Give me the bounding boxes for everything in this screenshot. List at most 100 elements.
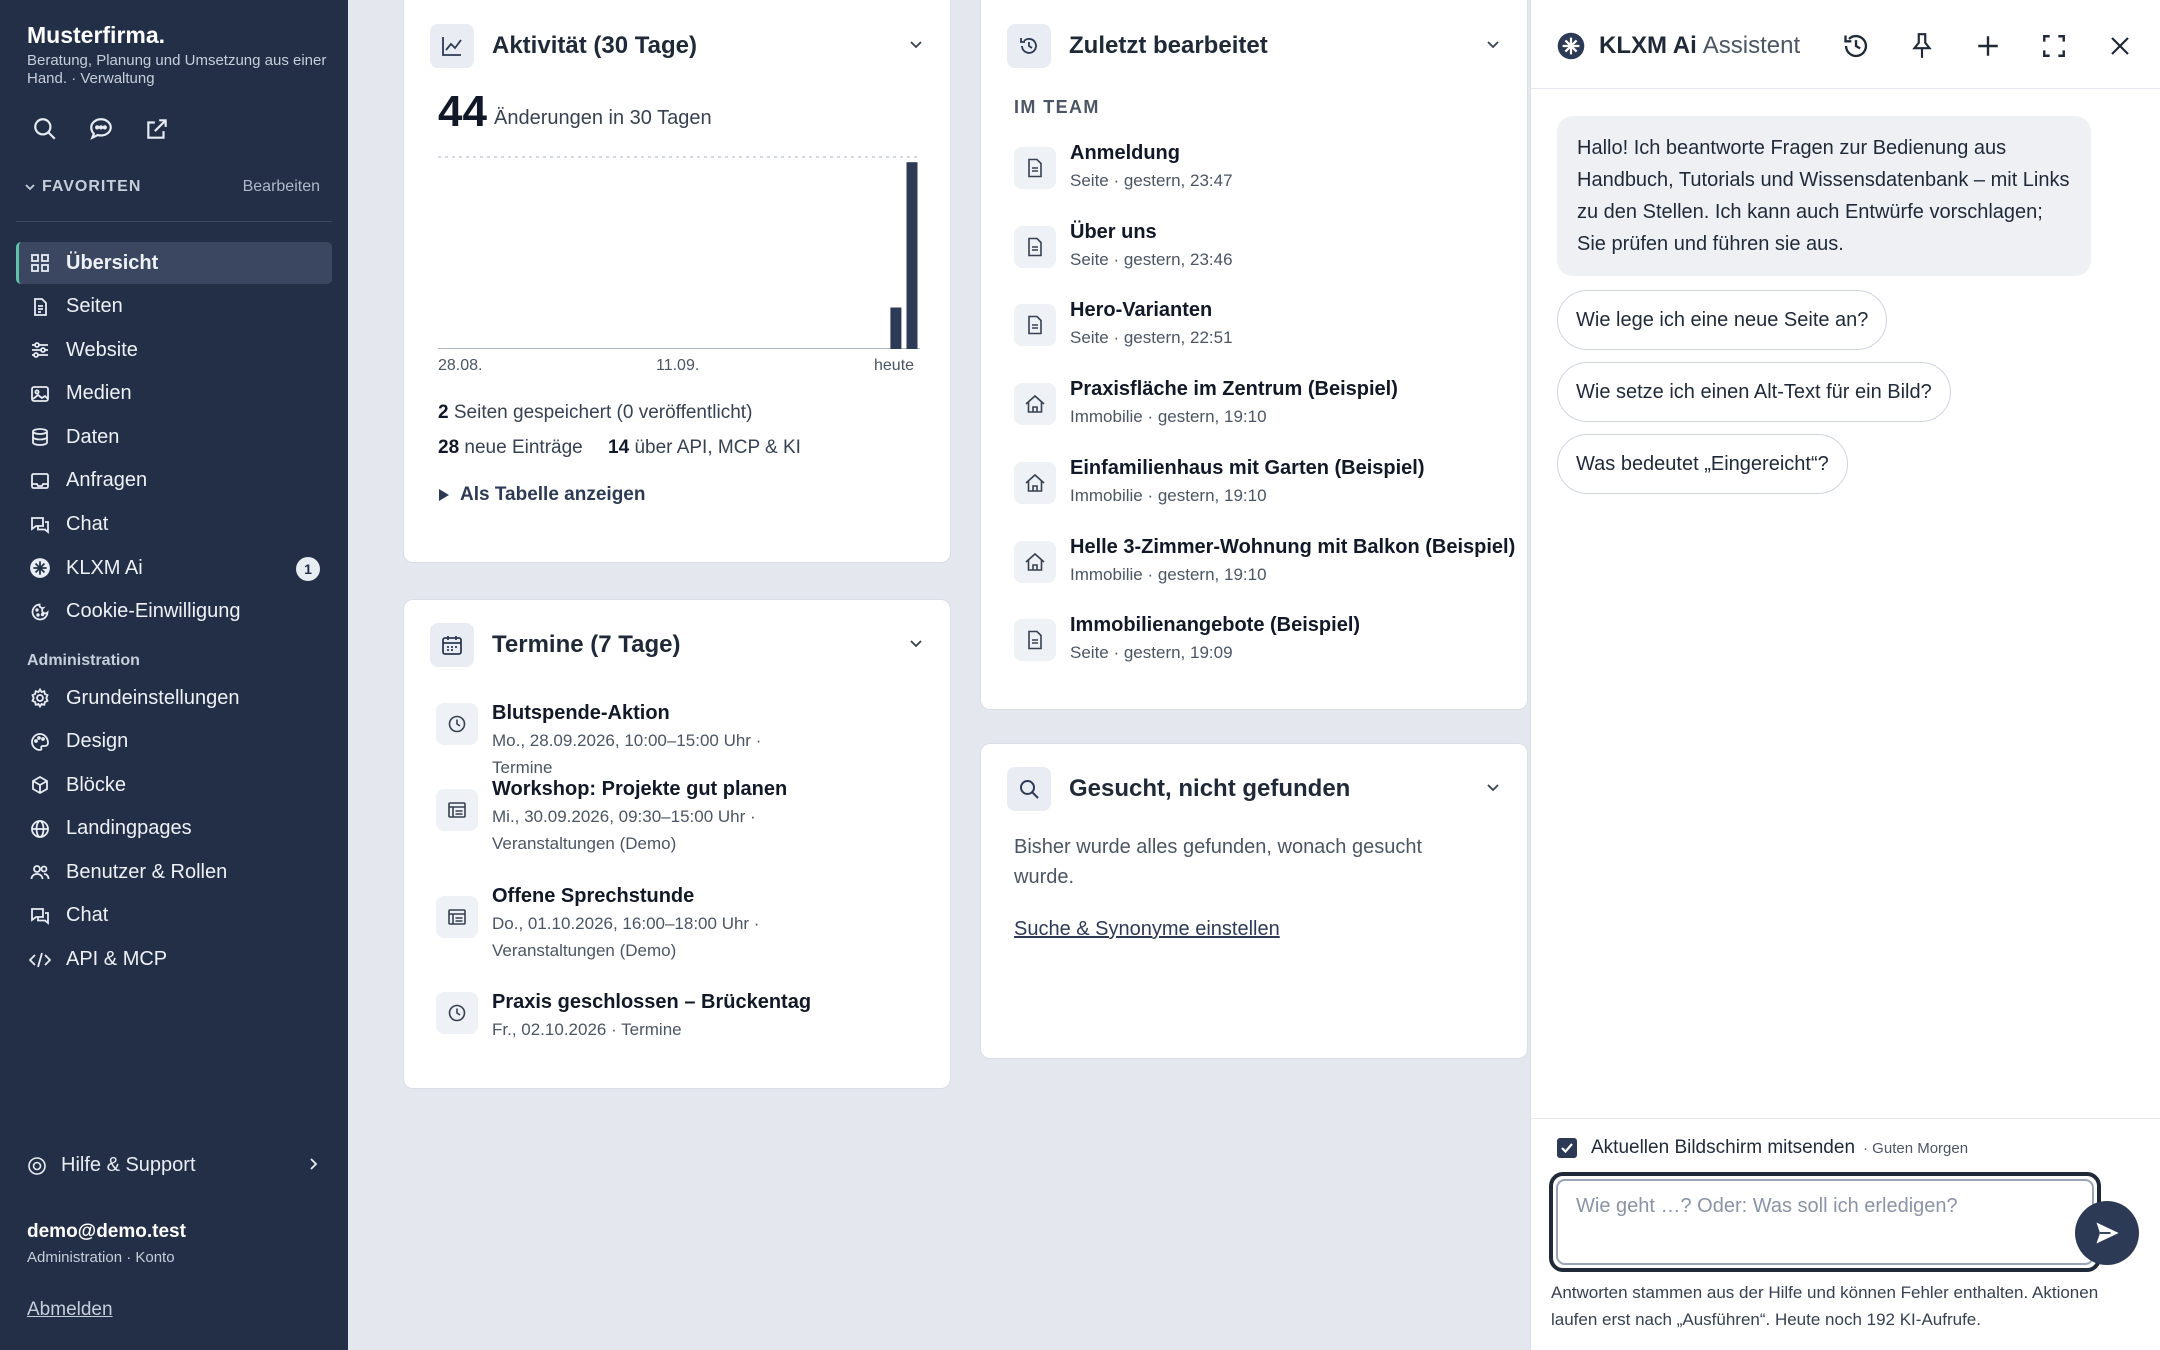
sidebar-item-daten[interactable]: Daten xyxy=(16,416,332,458)
user-email[interactable]: demo@demo.test xyxy=(27,1221,186,1243)
sidebar-item-label: Chat xyxy=(66,904,109,927)
activity-count-label: Änderungen in 30 Tagen xyxy=(494,107,712,129)
suggestion-chip[interactable]: Was bedeutet „Eingereicht“? xyxy=(1557,434,1848,494)
chat-bubble-icon[interactable] xyxy=(86,114,116,144)
sidebar-item-seiten[interactable]: Seiten xyxy=(16,286,332,328)
send-screen-label[interactable]: Aktuellen Bildschirm mitsenden xyxy=(1591,1137,1855,1159)
palette-icon xyxy=(28,730,52,754)
api-text: über API, MCP & KI xyxy=(634,437,801,458)
not-found-title: Gesucht, nicht gefunden xyxy=(1069,775,1351,802)
appointment-item[interactable]: Blutspende-Aktion Mo., 28.09.2026, 10:00… xyxy=(436,699,924,781)
recent-title: Zuletzt bearbeitet xyxy=(1069,32,1268,59)
recent-item[interactable]: Helle 3-Zimmer-Wohnung mit Balkon (Beisp… xyxy=(1014,533,1517,588)
activity-card: Aktivität (30 Tage) 44 Änderungen in 30 … xyxy=(403,0,951,563)
sidebar-item-label: Seiten xyxy=(66,295,123,318)
recent-card-header[interactable]: Zuletzt bearbeitet xyxy=(1007,23,1501,69)
sidebar-item-label: Daten xyxy=(66,425,120,448)
chevron-down-icon[interactable] xyxy=(1485,779,1501,800)
sidebar-item-label: Übersicht xyxy=(66,251,159,274)
chevron-down-icon[interactable] xyxy=(908,635,924,656)
api-count: 14 xyxy=(608,437,630,458)
page-icon xyxy=(1014,147,1056,189)
divider xyxy=(16,221,332,222)
sidebar-item-klxm-ai[interactable]: KLXM Ai 1 xyxy=(16,547,332,589)
sidebar-item-cookie[interactable]: Cookie-Einwilligung xyxy=(16,591,332,633)
pages-icon xyxy=(28,295,52,319)
admin-section-label: Administration xyxy=(27,652,140,669)
send-button[interactable] xyxy=(2075,1201,2139,1265)
recent-item[interactable]: Hero-Varianten Seite · gestern, 22:51 xyxy=(1014,296,1517,351)
recent-item-title: Immobilienangebote (Beispiel) xyxy=(1070,614,1361,636)
sidebar-item-label: Landingpages xyxy=(66,817,192,840)
sidebar-item-benutzer[interactable]: Benutzer & Rollen xyxy=(16,851,332,893)
pin-icon[interactable] xyxy=(1905,29,1939,63)
sidebar-item-grundeinstellungen[interactable]: Grundeinstellungen xyxy=(16,677,332,719)
appointment-details: Do., 01.10.2026, 16:00–18:00 Uhr · Veran… xyxy=(492,914,760,960)
plus-icon[interactable] xyxy=(1971,29,2005,63)
recent-item[interactable]: Über uns Seite · gestern, 23:46 xyxy=(1014,218,1517,273)
divider xyxy=(1531,88,2160,89)
help-support-button[interactable]: Hilfe & Support xyxy=(27,1154,319,1177)
search-icon[interactable] xyxy=(30,114,60,144)
house-icon xyxy=(1014,541,1056,583)
external-link-icon[interactable] xyxy=(142,114,172,144)
chevron-down-icon[interactable] xyxy=(908,36,924,57)
help-icon xyxy=(27,1156,47,1176)
show-as-table-label: Als Tabelle anzeigen xyxy=(460,484,646,505)
recent-item[interactable]: Einfamilienhaus mit Garten (Beispiel) Imm… xyxy=(1014,454,1517,509)
sidebar-item-design[interactable]: Design xyxy=(16,721,332,763)
sidebar-item-website[interactable]: Website xyxy=(16,329,332,371)
database-icon xyxy=(28,425,52,449)
chevron-down-icon[interactable] xyxy=(1485,36,1501,57)
recent-item-title: Praxisfläche im Zentrum (Beispiel) xyxy=(1070,378,1398,400)
fullscreen-icon[interactable] xyxy=(2037,29,2071,63)
not-found-card-header[interactable]: Gesucht, nicht gefunden xyxy=(1007,766,1501,812)
grid-icon xyxy=(28,251,52,275)
close-icon[interactable] xyxy=(2103,29,2137,63)
send-screen-checkbox[interactable] xyxy=(1557,1138,1577,1158)
sidebar-item-label: Design xyxy=(66,730,129,753)
sidebar-item-landingpages[interactable]: Landingpages xyxy=(16,808,332,850)
recent-item[interactable]: Immobilienangebote (Beispiel) Seite · ges… xyxy=(1014,611,1517,666)
search-synonyms-link[interactable]: Suche & Synonyme einstellen xyxy=(1014,918,1280,941)
chat-input[interactable] xyxy=(1556,1179,2094,1265)
favorites-edit-button[interactable]: Bearbeiten xyxy=(243,178,320,196)
appointment-item[interactable]: Workshop: Projekte gut planen Mi., 30.09… xyxy=(436,775,924,857)
send-screen-context-row: Aktuellen Bildschirm mitsenden · Guten M… xyxy=(1557,1137,1968,1159)
sidebar-item-anfragen[interactable]: Anfragen xyxy=(16,460,332,502)
recent-item-title: Hero-Varianten xyxy=(1070,299,1213,321)
activity-card-header[interactable]: Aktivität (30 Tage) xyxy=(430,23,924,69)
appointment-item[interactable]: Offene Sprechstunde Do., 01.10.2026, 16:… xyxy=(436,882,924,964)
recent-item-meta: Seite · gestern, 22:51 xyxy=(1070,328,1233,347)
sidebar-item-chat[interactable]: Chat xyxy=(16,504,332,546)
appointment-item[interactable]: Praxis geschlossen – Brückentag Fr., 02.… xyxy=(436,988,924,1043)
history-icon[interactable] xyxy=(1839,29,1873,63)
sidebar-item-medien[interactable]: Medien xyxy=(16,373,332,415)
sidebar-item-chat-admin[interactable]: Chat xyxy=(16,895,332,937)
saved-count: 2 xyxy=(438,402,449,423)
recent-item[interactable]: Anmeldung Seite · gestern, 23:47 xyxy=(1014,139,1517,194)
not-found-card: Gesucht, nicht gefunden Bisher wurde all… xyxy=(980,743,1528,1059)
page-icon xyxy=(1014,226,1056,268)
recent-item-meta: Seite · gestern, 23:47 xyxy=(1070,171,1233,190)
sidebar-item-uebersicht[interactable]: Übersicht xyxy=(16,242,332,284)
logout-link[interactable]: Abmelden xyxy=(27,1299,113,1321)
chart-bar xyxy=(906,162,918,349)
brand-tagline: Beratung, Planung und Umsetzung aus eine… xyxy=(27,52,327,87)
brand-name[interactable]: Musterfirma. xyxy=(27,22,165,49)
favorites-toggle[interactable]: FAVORITEN xyxy=(24,178,141,196)
user-role: Administration · Konto xyxy=(27,1249,175,1266)
suggestion-chip[interactable]: Wie lege ich eine neue Seite an? xyxy=(1557,290,1888,350)
sidebar-item-bloecke[interactable]: Blöcke xyxy=(16,764,332,806)
suggestion-chip[interactable]: Wie setze ich einen Alt-Text für ein Bil… xyxy=(1557,362,1951,422)
recent-item-meta: Seite · gestern, 23:46 xyxy=(1070,250,1233,269)
appointments-card: Termine (7 Tage) Blutspende-Aktion Mo., … xyxy=(403,599,951,1089)
list-icon xyxy=(436,896,478,938)
recent-item[interactable]: Praxisfläche im Zentrum (Beispiel) Immobi… xyxy=(1014,375,1517,430)
sidebar: Musterfirma. Beratung, Planung und Umset… xyxy=(0,0,348,1350)
sidebar-item-api-mcp[interactable]: API & MCP xyxy=(16,939,332,981)
show-as-table-toggle[interactable]: Als Tabelle anzeigen xyxy=(438,484,645,506)
appointments-card-header[interactable]: Termine (7 Tage) xyxy=(430,622,924,668)
not-found-message: Bisher wurde alles gefunden, wonach gesu… xyxy=(1014,836,1423,888)
ai-icon xyxy=(28,556,52,580)
